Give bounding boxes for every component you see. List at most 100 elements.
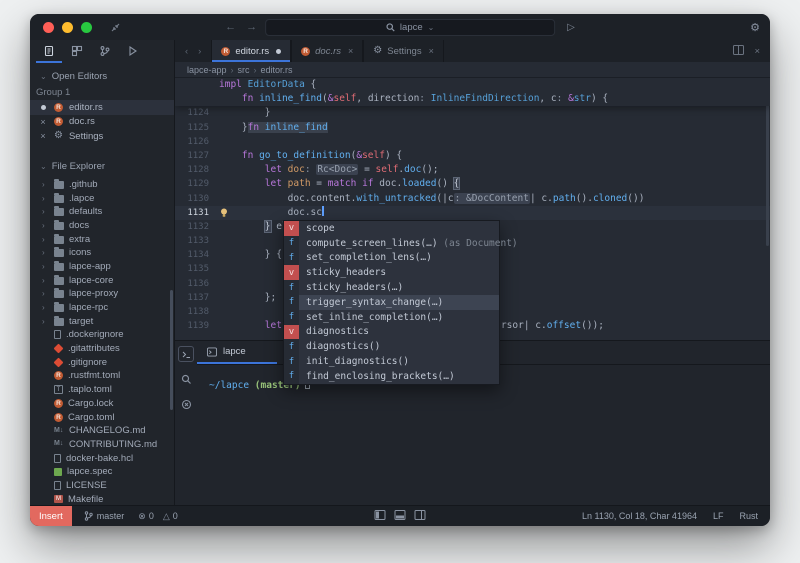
tree-file[interactable]: .gitattributes — [30, 342, 174, 356]
close-icon[interactable]: × — [348, 46, 353, 56]
problems-panel-icon[interactable] — [178, 396, 194, 412]
completion-item[interactable]: vscope — [284, 221, 499, 236]
debug-panel-icon[interactable] — [120, 41, 146, 63]
code-line[interactable]: 1128 let doc: Rc<Doc> = self.doc(); — [175, 163, 770, 177]
tab-doc.rs[interactable]: Rdoc.rs× — [291, 40, 363, 62]
remote-connection-icon[interactable] — [110, 22, 121, 33]
code-line[interactable]: 1125 }fn inline_find — [175, 121, 770, 135]
tab-prev-button[interactable]: ‹ — [185, 46, 188, 57]
tree-file[interactable]: docker-bake.hcl — [30, 451, 174, 465]
tab-editor.rs[interactable]: Reditor.rs — [211, 40, 291, 62]
editor-mode-badge[interactable]: Insert — [30, 506, 72, 527]
close-icon[interactable]: × — [38, 117, 48, 127]
toggle-right-panel-icon[interactable] — [415, 510, 426, 522]
tree-folder[interactable]: ›.lapce — [30, 191, 174, 205]
tab-next-button[interactable]: › — [198, 46, 201, 57]
completion-popup: vscopefcompute_screen_lines(…) (as Docum… — [283, 220, 500, 385]
open-editor-item[interactable]: Reditor.rs — [30, 100, 174, 115]
tree-file[interactable]: T.taplo.toml — [30, 383, 174, 397]
completion-item[interactable]: ftrigger_syntax_change(…) — [284, 295, 499, 310]
tree-folder[interactable]: ›extra — [30, 232, 174, 246]
zoom-window-button[interactable] — [81, 22, 92, 33]
history-forward-button[interactable]: → — [246, 21, 257, 33]
tree-file[interactable]: lapce.spec — [30, 465, 174, 479]
tree-file[interactable]: MMakefile — [30, 492, 174, 505]
git-branch-indicator[interactable]: master — [84, 511, 125, 521]
open-editors-header[interactable]: ⌄ Open Editors — [30, 68, 174, 85]
tree-file[interactable]: M↓CONTRIBUTING.md — [30, 438, 174, 452]
explorer-panel-icon[interactable] — [36, 41, 62, 63]
tree-folder[interactable]: ›lapce-proxy — [30, 287, 174, 301]
breadcrumb-segment[interactable]: lapce-app — [187, 65, 227, 75]
completion-item[interactable]: vdiagnostics — [284, 325, 499, 340]
search-panel-icon[interactable] — [178, 371, 194, 387]
tree-folder[interactable]: ›icons — [30, 246, 174, 260]
problems-indicator[interactable]: ⊗ 0 △ 0 — [138, 511, 178, 522]
close-icon[interactable]: × — [38, 131, 48, 141]
sidebar-scrollbar[interactable] — [170, 290, 173, 410]
breadcrumb-segment[interactable]: editor.rs — [261, 65, 293, 75]
completion-item[interactable]: fdiagnostics() — [284, 339, 499, 354]
breadcrumb-segment[interactable]: src — [238, 65, 250, 75]
completion-item[interactable]: fset_completion_lens(…) — [284, 251, 499, 266]
code-line[interactable]: fn inline_find(&self, direction: InlineF… — [175, 92, 770, 106]
tree-folder[interactable]: ›lapce-app — [30, 260, 174, 274]
title-bar[interactable]: ← → lapce ⌄ ▷ ⚙ — [30, 14, 770, 40]
code-line[interactable]: 1131 doc.sc — [175, 206, 770, 220]
plugins-panel-icon[interactable] — [64, 41, 90, 63]
close-window-button[interactable] — [43, 22, 54, 33]
language-indicator[interactable]: Rust — [739, 511, 758, 521]
completion-item[interactable]: fsticky_headers(…) — [284, 280, 499, 295]
tree-file[interactable]: R.rustfmt.toml — [30, 369, 174, 383]
chevron-right-icon: › — [42, 276, 49, 285]
cursor-position[interactable]: Ln 1130, Col 18, Char 41964 — [582, 511, 697, 521]
toggle-bottom-panel-icon[interactable] — [395, 510, 406, 522]
tree-file[interactable]: RCargo.lock — [30, 397, 174, 411]
command-palette[interactable]: lapce ⌄ — [265, 19, 555, 36]
tree-folder[interactable]: ›lapce-rpc — [30, 301, 174, 315]
tree-folder[interactable]: ›defaults — [30, 205, 174, 219]
tree-file[interactable]: LICENSE — [30, 479, 174, 493]
close-editor-icon[interactable]: × — [754, 46, 760, 57]
code-line[interactable]: impl EditorData { — [175, 78, 770, 92]
terminal-panel-icon[interactable] — [178, 346, 194, 362]
completion-item[interactable]: fset_inline_completion(…) — [284, 310, 499, 325]
split-editor-icon[interactable] — [733, 45, 744, 58]
code-line[interactable]: 1126 — [175, 135, 770, 149]
tree-folder[interactable]: ›lapce-core — [30, 273, 174, 287]
toggle-left-panel-icon[interactable] — [375, 510, 386, 522]
tree-file[interactable]: .gitignore — [30, 355, 174, 369]
minimize-window-button[interactable] — [62, 22, 73, 33]
terminal-tab[interactable]: lapce — [197, 341, 277, 364]
completion-item[interactable]: vsticky_headers — [284, 265, 499, 280]
tree-folder[interactable]: ›.github — [30, 178, 174, 192]
code-line[interactable]: 1127 fn go_to_definition(&self) { — [175, 149, 770, 163]
tree-file[interactable]: RCargo.toml — [30, 410, 174, 424]
tab-Settings[interactable]: ⚙Settings× — [363, 40, 444, 62]
tree-folder[interactable]: ›target — [30, 314, 174, 328]
tree-file[interactable]: .dockerignore — [30, 328, 174, 342]
function-kind-icon: f — [284, 310, 299, 325]
code-line[interactable]: 1129 let path = match if doc.loaded() { — [175, 177, 770, 191]
gear-icon: ⚙ — [373, 46, 382, 56]
modified-dot[interactable] — [38, 102, 48, 112]
source-control-panel-icon[interactable] — [92, 41, 118, 63]
completion-item[interactable]: fcompute_screen_lines(…) (as Document) — [284, 236, 499, 251]
code-line[interactable]: 1130 doc.content.with_untracked(|c: &Doc… — [175, 192, 770, 206]
close-icon[interactable]: × — [429, 46, 434, 56]
run-button[interactable]: ▷ — [567, 22, 575, 33]
completion-item[interactable]: ffind_enclosing_brackets(…) — [284, 369, 499, 384]
completion-item[interactable]: finit_diagnostics() — [284, 354, 499, 369]
breadcrumb[interactable]: lapce-app›src›editor.rs — [175, 62, 770, 78]
variable-kind-icon: v — [284, 325, 299, 340]
tree-file[interactable]: M↓CHANGELOG.md — [30, 424, 174, 438]
history-back-button[interactable]: ← — [225, 21, 236, 33]
eol-indicator[interactable]: LF — [713, 511, 724, 521]
code-line[interactable]: 1124 } — [175, 106, 770, 120]
open-editor-item[interactable]: ×⚙Settings — [30, 129, 174, 144]
settings-gear-button[interactable]: ⚙ — [750, 21, 760, 34]
editor-scrollbar[interactable] — [766, 96, 769, 246]
tree-folder[interactable]: ›docs — [30, 219, 174, 233]
file-explorer-header[interactable]: ⌄ File Explorer — [30, 158, 174, 175]
open-editor-item[interactable]: ×Rdoc.rs — [30, 115, 174, 130]
